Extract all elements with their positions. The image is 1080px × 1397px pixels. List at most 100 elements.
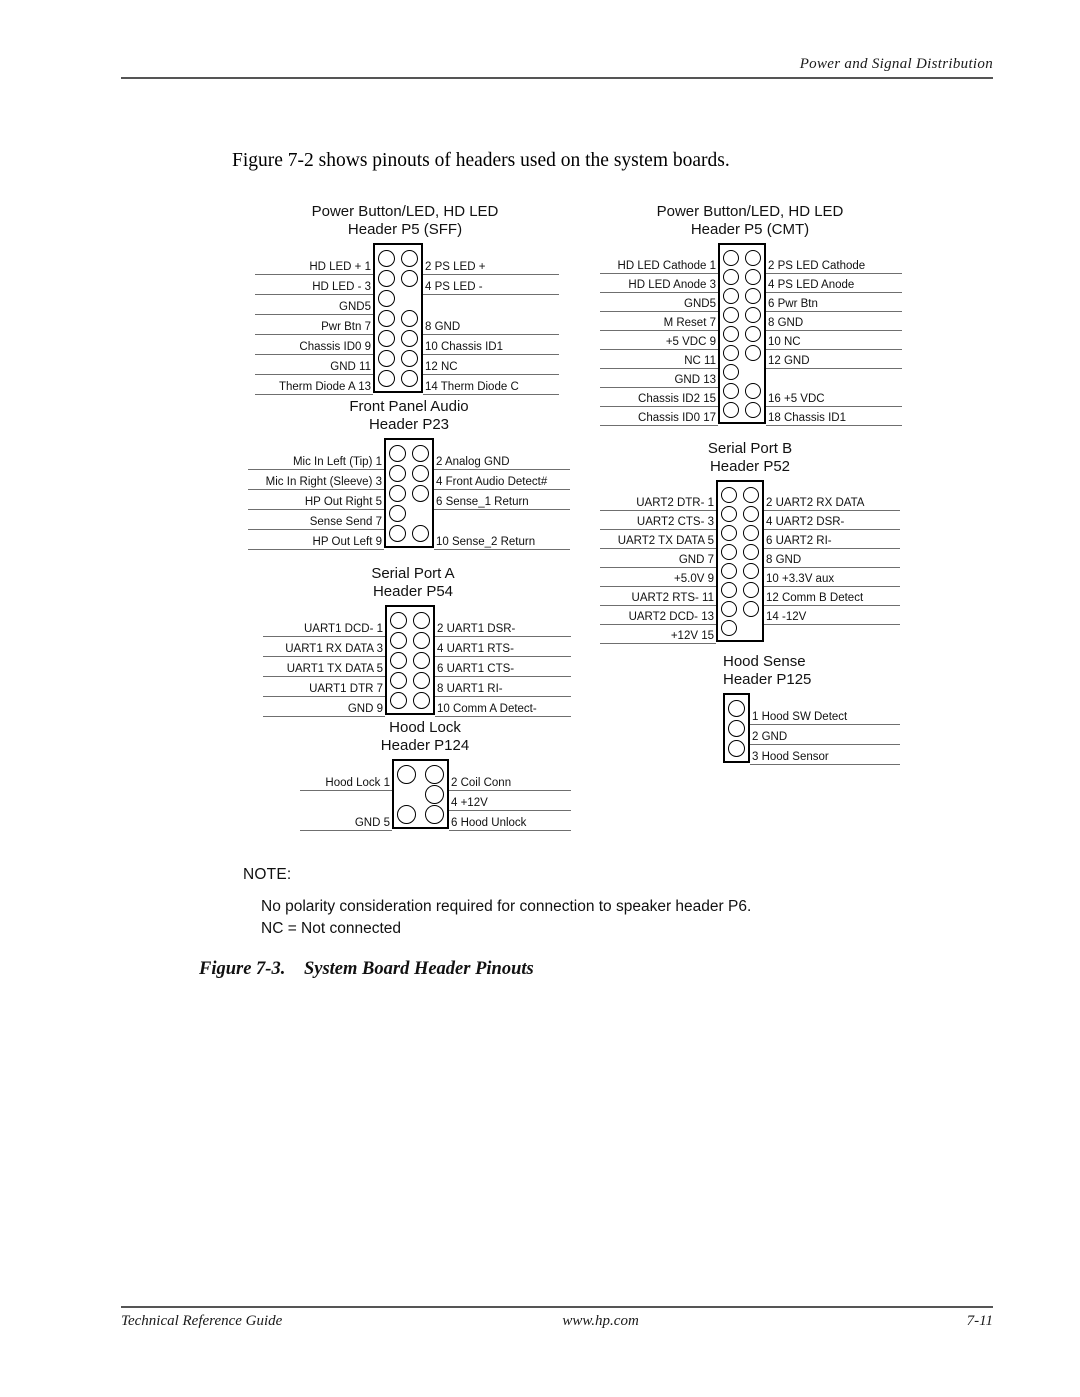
connector-title: Serial Port B Header P52 (600, 440, 900, 476)
right-pin-labels: 2 UART2 RX DATA 4 UART2 DSR- 6 UART2 RI- 8 … (764, 492, 900, 644)
pin-left (397, 804, 416, 824)
pin-row (389, 523, 429, 543)
pin-row (389, 503, 429, 523)
pin-left (389, 524, 406, 542)
pin-left (721, 619, 737, 636)
figure-caption: Figure 7-3. System Board Header Pinouts (199, 959, 534, 980)
right-pin-labels: 1 Hood SW Detect 2 GND 3 Hood Sensor (750, 705, 900, 765)
pin-row (378, 248, 418, 268)
pin-label-right: 8 GND (423, 315, 559, 335)
pin-row (721, 561, 759, 580)
note-body: No polarity consideration required for c… (261, 896, 751, 940)
pin-right (412, 484, 429, 502)
header-rule (121, 77, 993, 79)
pin-right (401, 329, 418, 347)
pin-label-right: 2 Analog GND (434, 450, 570, 470)
pin-label-left: GND5 (600, 293, 718, 312)
pin-label-right (764, 625, 900, 644)
connector-p5-sff: Power Button/LED, HD LED Header P5 (SFF) H… (255, 203, 559, 395)
pin-label-right: 2 UART1 DSR- (435, 617, 571, 637)
pin-label-right: 4 UART2 DSR- (764, 511, 900, 530)
pin-right (401, 269, 418, 287)
pin-label-right: 8 GND (764, 549, 900, 568)
connector-pinout: HD LED + 1 HD LED - 3 GND5 Pwr Btn 7 Chassis… (255, 243, 559, 395)
pin-label-left: GND 5 (300, 811, 392, 831)
connector-title: Hood Sense Header P125 (723, 653, 900, 689)
pin-label-right: 3 Hood Sensor (750, 745, 900, 765)
right-pin-labels: 2 UART1 DSR- 4 UART1 RTS- 6 UART1 CTS- 8 UA… (435, 617, 571, 717)
pin-label-right: 1 Hood SW Detect (750, 705, 900, 725)
pin-absent (401, 290, 418, 307)
pin-right (425, 764, 444, 784)
left-pin-labels: Hood Lock 1 GND 5 (300, 771, 392, 831)
pin-row (721, 599, 759, 618)
note-line-1: No polarity consideration required for c… (261, 898, 752, 915)
pin-left (378, 349, 395, 367)
pin-left (723, 268, 739, 285)
pin-label-right: 6 Hood Unlock (449, 811, 571, 831)
pin-row (721, 618, 759, 637)
pin-left (723, 363, 739, 380)
pin-label-left: GND5 (255, 295, 373, 315)
pin-right (745, 344, 761, 361)
pin-left (723, 287, 739, 304)
note-heading: NOTE: (243, 866, 292, 883)
pin-row (721, 580, 759, 599)
connector-title-line-1: Serial Port A (371, 565, 455, 582)
pin-label-right: 10 NC (766, 331, 902, 350)
pin-label-left: Hood Lock 1 (300, 771, 392, 791)
connector-title: Front Panel Audio Header P23 (244, 398, 574, 434)
pin-label-left: UART2 DTR- 1 (600, 492, 716, 511)
pin-row (723, 324, 761, 343)
pin-label-right: 4 UART1 RTS- (435, 637, 571, 657)
connector-pinout: UART1 DCD- 1 UART1 RX DATA 3 UART1 TX DATA… (263, 605, 571, 717)
pin-right (745, 268, 761, 285)
pin-label-right: 6 UART1 CTS- (435, 657, 571, 677)
connector-title: Power Button/LED, HD LED Header P5 (SFF) (255, 203, 555, 239)
pin-row (378, 308, 418, 328)
connector-title: Hood Lock Header P124 (300, 719, 550, 755)
pin-label-left: GND 7 (600, 549, 716, 568)
connector-p124-hood-lock: Hood Lock Header P124 Hood Lock 1 GND 5 2 Co… (300, 719, 571, 831)
pin-right (413, 651, 430, 669)
connector-title: Power Button/LED, HD LED Header P5 (CMT) (600, 203, 900, 239)
footer-page-number: 7-11 (966, 1313, 993, 1329)
connector-body (384, 438, 434, 548)
pin-right (743, 524, 759, 541)
pin-label-right: 2 Coil Conn (449, 771, 571, 791)
left-pin-labels: Mic In Left (Tip) 1 Mic In Right (Sleeve)… (248, 450, 384, 550)
footer-website[interactable]: www.hp.com (487, 1313, 714, 1330)
pin-left (378, 249, 395, 267)
pin-left (389, 484, 406, 502)
pin-left (389, 444, 406, 462)
pin-right (745, 306, 761, 323)
pin-left (723, 249, 739, 266)
pin-left (723, 344, 739, 361)
pin-left (397, 764, 416, 784)
connector-title: Serial Port A Header P54 (263, 565, 563, 601)
pin-left (390, 611, 407, 629)
connector-pinout: UART2 DTR- 1 UART2 CTS- 3 UART2 TX DATA 5G… (600, 480, 900, 644)
pin-right (413, 631, 430, 649)
pin-left (723, 306, 739, 323)
pin-label-left: +5 VDC 9 (600, 331, 718, 350)
pin-label-right: 6 UART2 RI- (764, 530, 900, 549)
pin-right (743, 600, 759, 617)
connector-p5-cmt: Power Button/LED, HD LED Header P5 (CMT) H… (600, 203, 902, 426)
pin-right (743, 505, 759, 522)
pin-label-left: UART1 DTR 7 (263, 677, 385, 697)
connector-title-line-2: Header P52 (709, 458, 791, 475)
left-pin-labels: UART1 DCD- 1 UART1 RX DATA 3 UART1 TX DATA… (263, 617, 385, 717)
pin-left (721, 562, 737, 579)
pin-left (390, 651, 407, 669)
pin-label-right: 4 PS LED - (423, 275, 559, 295)
note-block: NOTE: No polarity consideration required… (243, 866, 751, 940)
pin-label-left: HD LED Anode 3 (600, 274, 718, 293)
pin-label-right: 6 Pwr Btn (766, 293, 902, 312)
pin-label-right: 2 PS LED + (423, 255, 559, 275)
pin-row (397, 804, 444, 824)
pin-label-left: UART1 DCD- 1 (263, 617, 385, 637)
note-line-2: NC = Not connected (261, 920, 402, 937)
pin-right (745, 325, 761, 342)
pin-absent (397, 785, 416, 804)
